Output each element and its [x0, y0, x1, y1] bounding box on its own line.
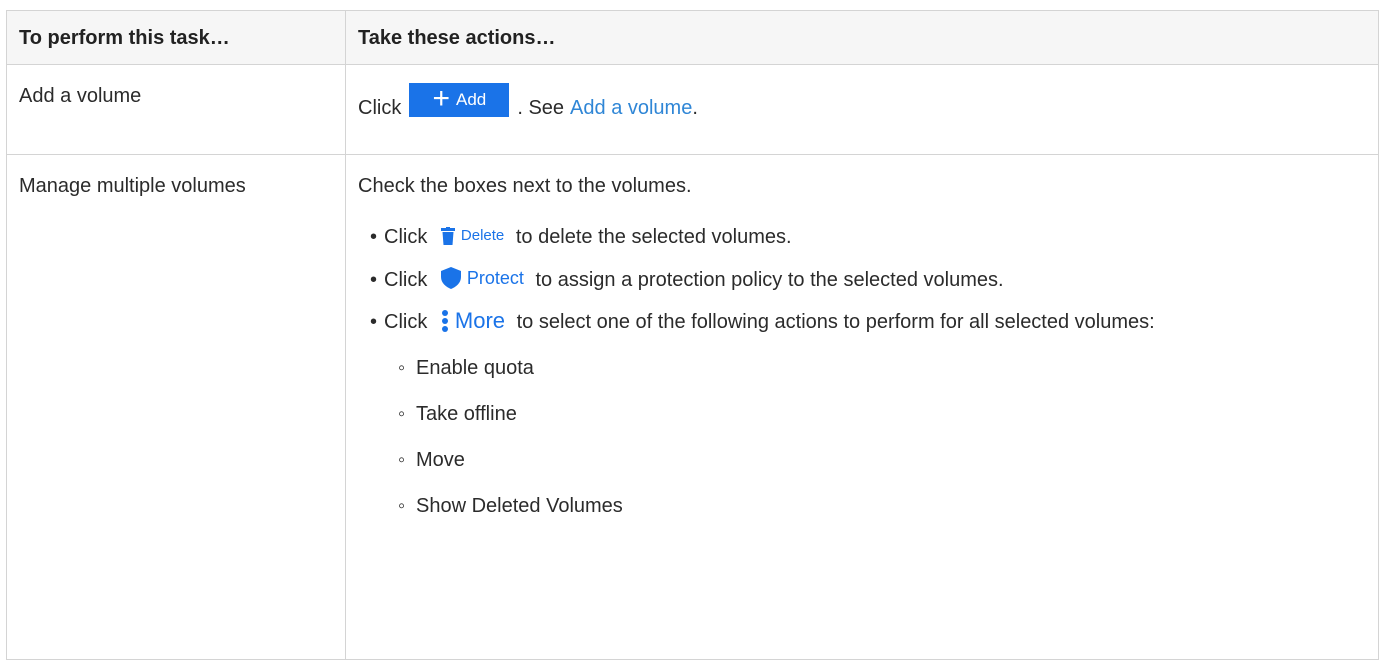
header-task: To perform this task… — [6, 10, 346, 65]
actions-add-volume: Click + Add . See Add a volume . — [345, 64, 1379, 155]
more-action-item: Show Deleted Volumes — [398, 494, 1366, 518]
more-button[interactable]: More — [441, 308, 505, 334]
table-header-row: To perform this task… Take these actions… — [6, 10, 1379, 65]
click-text: Click — [384, 268, 428, 291]
task-add-volume: Add a volume — [6, 64, 346, 155]
delete-button[interactable]: Delete — [440, 223, 505, 249]
see-text: . See — [517, 96, 565, 119]
period-text: . — [692, 96, 698, 119]
task-actions-table: To perform this task… Take these actions… — [6, 10, 1379, 660]
click-text: Click — [384, 226, 428, 248]
shield-icon — [440, 267, 461, 290]
table-row-manage-volumes: Manage multiple volumes Check the boxes … — [6, 154, 1379, 660]
action-bullet-list: Click Delete to delete the — [358, 224, 1366, 518]
bullet-more: Click More to select one of — [370, 308, 1366, 518]
kebab-icon — [441, 309, 449, 333]
manage-intro: Check the boxes next to the volumes. — [358, 175, 692, 197]
add-button-label: Add — [455, 90, 487, 109]
more-actions-list: Enable quota Take offline Move Show Dele… — [384, 356, 1366, 518]
protect-button[interactable]: Protect — [440, 265, 524, 291]
bullet-text: to assign a protection policy to the sel… — [535, 268, 1004, 291]
bullet-text: to delete the selected volumes. — [515, 226, 792, 248]
more-button-label: More — [454, 308, 506, 334]
more-action-item: Move — [398, 448, 1366, 472]
trash-icon — [440, 226, 455, 245]
bullet-protect: Click Protect to assign a protection pol… — [370, 267, 1366, 294]
actions-manage-volumes: Check the boxes next to the volumes. Cli… — [345, 154, 1379, 660]
delete-button-label: Delete — [460, 226, 505, 244]
protect-button-label: Protect — [466, 268, 524, 289]
more-action-item: Take offline — [398, 402, 1366, 426]
click-text: Click — [358, 96, 402, 119]
bullet-text: to select one of the following actions t… — [516, 311, 1155, 334]
table-row-add-volume: Add a volume Click + Add . See Add a vol… — [6, 64, 1379, 155]
task-manage-volumes: Manage multiple volumes — [6, 154, 346, 660]
header-actions: Take these actions… — [345, 10, 1379, 65]
bullet-delete: Click Delete to delete the — [370, 224, 1366, 251]
plus-icon: + — [432, 82, 450, 115]
add-button[interactable]: + Add — [409, 82, 510, 117]
click-text: Click — [384, 311, 428, 334]
add-volume-link[interactable]: Add a volume — [570, 97, 692, 120]
more-action-item: Enable quota — [398, 356, 1366, 380]
